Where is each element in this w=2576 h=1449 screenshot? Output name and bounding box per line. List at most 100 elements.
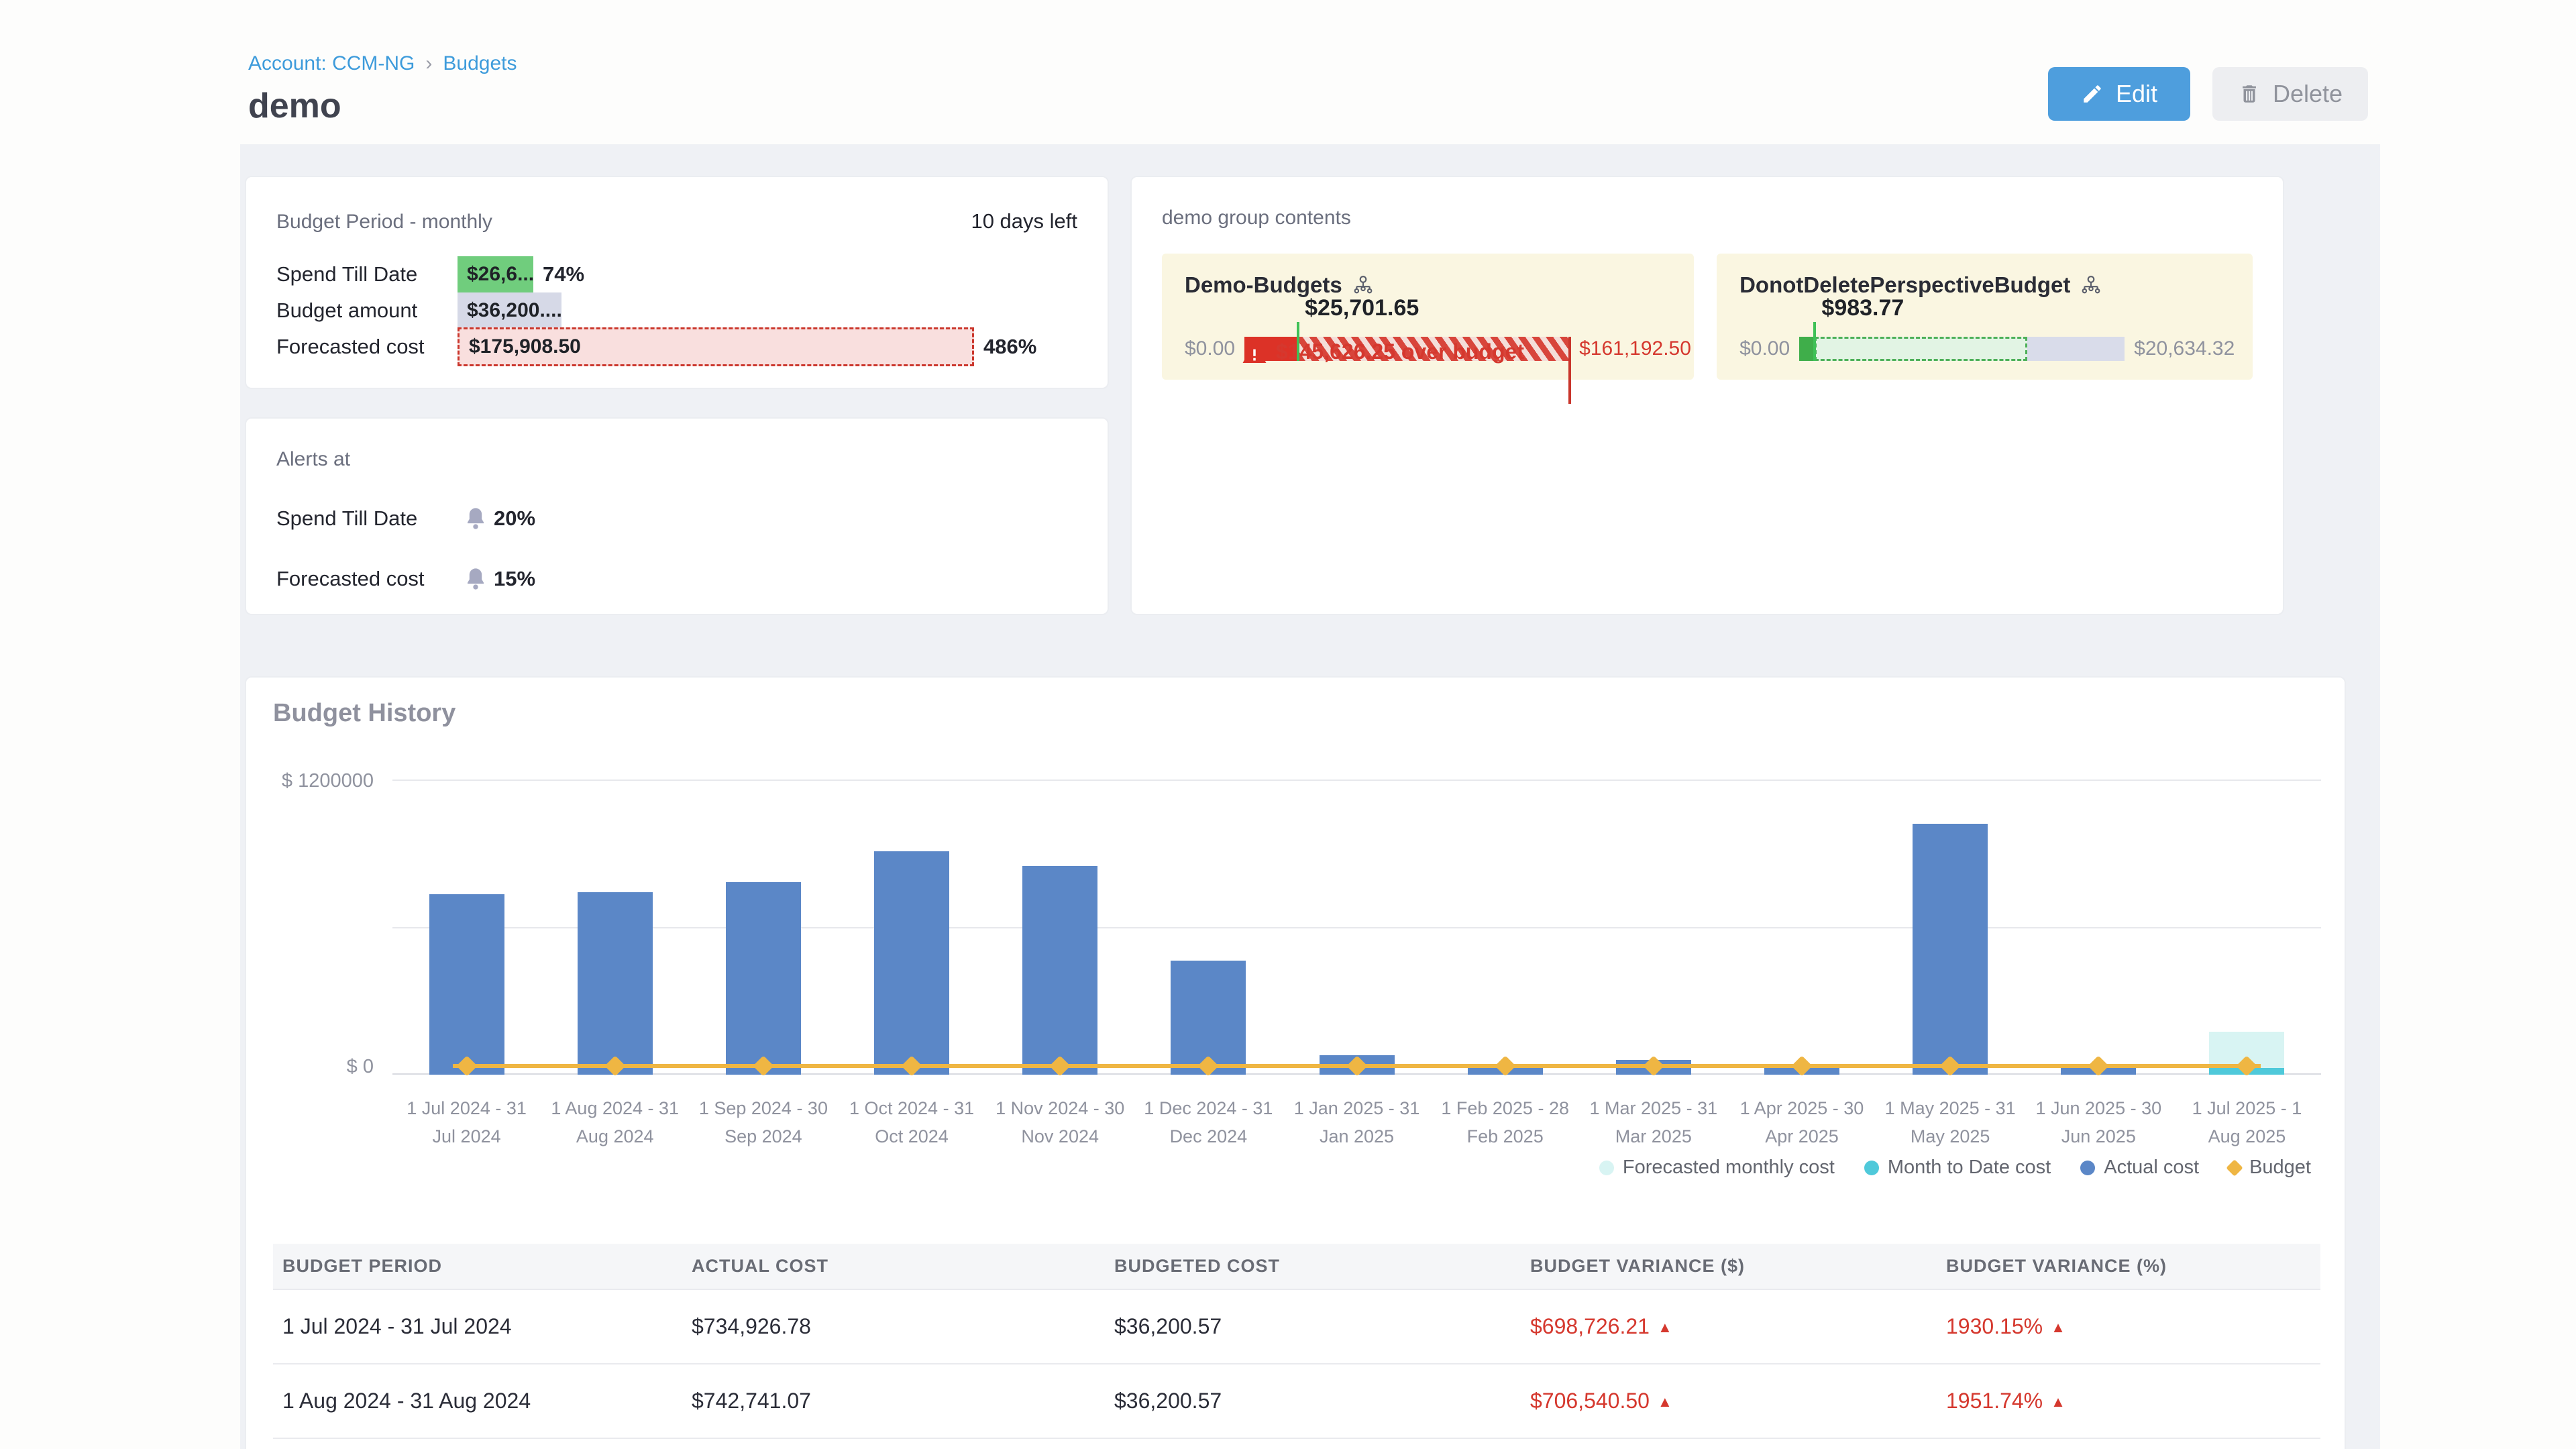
legend-marker-icon [2226, 1159, 2243, 1176]
legend-label: Budget [2249, 1157, 2311, 1179]
budget-name: Demo-Budgets [1185, 272, 1342, 298]
table-header: BUDGET PERIOD [273, 1244, 682, 1289]
budget-card-donotdelete[interactable]: DonotDeletePerspectiveBudget $0.00 [1717, 254, 2253, 380]
table-header: BUDGETED COST [1105, 1244, 1521, 1289]
table-row[interactable]: 1 Jul 2024 - 31 Jul 2024$734,926.78$36,2… [273, 1289, 2320, 1364]
over-budget-warning: $145,626.25 over budget [1242, 339, 1524, 364]
x-axis-tick-label: 1 Oct 2024 - 31 Oct 2024 [837, 1095, 985, 1151]
budget-history-table: BUDGET PERIODACTUAL COSTBUDGETED COST BUD… [273, 1244, 2320, 1439]
chart-column[interactable] [1431, 780, 1579, 1075]
chart-column[interactable] [1876, 780, 2025, 1075]
budget-history-title: Budget History [273, 699, 2318, 731]
alert-forecast-label: Forecasted cost [276, 567, 464, 591]
group-card-title: demo group contents [1162, 207, 2253, 229]
chart-column[interactable] [986, 780, 1134, 1075]
chart-column[interactable] [2025, 780, 2173, 1075]
spend-till-date-label: Spend Till Date [276, 262, 458, 286]
table-cell: $742,741.07 [682, 1364, 1105, 1438]
budget-limit-line [1568, 337, 1571, 404]
chart-column[interactable] [392, 780, 541, 1075]
legend-marker-icon [2080, 1161, 2095, 1175]
y-axis-zero-label: $ 0 [273, 1056, 374, 1078]
chart-column[interactable] [541, 780, 689, 1075]
x-axis-tick-label: 1 Jun 2025 - 30 Jun 2025 [2025, 1095, 2173, 1151]
alerts-card: Alerts at Spend Till Date 20% Forecasted… [245, 417, 1109, 615]
legend-item[interactable]: Forecasted monthly cost [1599, 1157, 1835, 1179]
x-axis-tick-label: 1 Nov 2024 - 30 Nov 2024 [986, 1095, 1134, 1151]
table-cell: $734,926.78 [682, 1289, 1105, 1364]
x-axis-tick-label: 1 Jul 2025 - 1 Aug 2025 [2173, 1095, 2321, 1151]
legend-item[interactable]: Budget [2229, 1157, 2311, 1179]
edit-button[interactable]: Edit [2048, 67, 2190, 121]
over-budget-text: $145,626.25 over budget [1276, 339, 1524, 364]
budget-card-demo-budgets[interactable]: Demo-Budgets $0.00 [1162, 254, 1694, 380]
table-row[interactable]: 1 Aug 2024 - 31 Aug 2024$742,741.07$36,2… [273, 1364, 2320, 1438]
budget-amount-bar: $36,200.... [458, 292, 561, 329]
forecasted-cost-bar: $175,908.50 [458, 327, 974, 366]
forecasted-cost-row: Forecasted cost $175,908.50 486% [276, 329, 1077, 365]
actual-cost-bar[interactable] [1913, 824, 1988, 1075]
budget-min-value: $0.00 [1185, 337, 1235, 360]
chart-column[interactable] [837, 780, 985, 1075]
actual-cost-bar[interactable] [1022, 866, 1097, 1075]
x-axis-labels: 1 Jul 2024 - 31 Jul 20241 Aug 2024 - 31 … [392, 1095, 2321, 1151]
breadcrumb-separator: › [425, 52, 432, 75]
actual-cost-bar[interactable] [429, 894, 504, 1075]
table-cell: $36,200.57 [1105, 1289, 1521, 1364]
actual-cost-bar[interactable] [874, 851, 949, 1075]
delete-button-label: Delete [2273, 80, 2343, 108]
chart-column[interactable] [1283, 780, 1431, 1075]
x-axis-tick-label: 1 Mar 2025 - 31 Mar 2025 [1579, 1095, 1727, 1151]
budget-detail-page: Account: CCM-NG › Budgets demo Edit Dele… [0, 0, 2576, 1449]
x-axis-tick-label: 1 Dec 2024 - 31 Dec 2024 [1134, 1095, 1283, 1151]
alert-spend-value: 20% [494, 506, 535, 531]
actual-cost-bar[interactable] [578, 892, 653, 1075]
bell-icon [464, 566, 487, 592]
budget-amount-label: Budget amount [276, 299, 458, 323]
budget-amount-row: Budget amount $36,200.... [276, 292, 1077, 329]
legend-marker-icon [1864, 1161, 1879, 1175]
table-header: BUDGET VARIANCE (%) [1937, 1244, 2320, 1289]
y-axis-max-label: $ 1200000 [273, 770, 374, 792]
budget-max-value: $161,192.50 [1579, 337, 1691, 360]
legend-item[interactable]: Actual cost [2080, 1157, 2199, 1179]
chart-legend: Forecasted monthly cost Month to Date cos… [1599, 1157, 2311, 1179]
variance-cell: $698,726.21▲ [1521, 1289, 1937, 1364]
increase-icon: ▲ [1658, 1319, 1672, 1336]
increase-icon: ▲ [1658, 1393, 1672, 1410]
budget-min-value: $0.00 [1739, 337, 1790, 360]
chart-column[interactable] [1727, 780, 1876, 1075]
breadcrumb-budgets-link[interactable]: Budgets [443, 52, 517, 75]
x-axis-tick-label: 1 Sep 2024 - 30 Sep 2024 [689, 1095, 837, 1151]
table-cell: $36,200.57 [1105, 1364, 1521, 1438]
alert-row-forecast: Forecasted cost 15% [276, 566, 1077, 592]
legend-label: Actual cost [2104, 1157, 2199, 1179]
breadcrumb: Account: CCM-NG › Budgets [248, 52, 517, 75]
variance-cell: 1951.74%▲ [1937, 1364, 2320, 1438]
hierarchy-icon [1353, 275, 1373, 295]
spend-marker [1813, 322, 1816, 361]
legend-item[interactable]: Month to Date cost [1864, 1157, 2051, 1179]
delete-button[interactable]: Delete [2212, 67, 2368, 121]
variance-cell: 1930.15%▲ [1937, 1289, 2320, 1364]
alert-spend-label: Spend Till Date [276, 506, 464, 531]
actual-cost-bar[interactable] [726, 882, 801, 1075]
spend-till-date-bar: $26,6... [458, 256, 533, 292]
alerts-card-title: Alerts at [276, 448, 1077, 471]
chart-column[interactable] [1579, 780, 1727, 1075]
x-axis-tick-label: 1 Apr 2025 - 30 Apr 2025 [1727, 1095, 1876, 1151]
edit-button-label: Edit [2116, 80, 2157, 108]
table-header: ACTUAL COST [682, 1244, 1105, 1289]
days-left-label: 10 days left [971, 209, 1077, 233]
page-title: demo [248, 86, 341, 126]
spend-till-date-row: Spend Till Date $26,6... 74% [276, 256, 1077, 292]
chart-plot-area [392, 780, 2321, 1075]
chart-column[interactable] [2173, 780, 2321, 1075]
budget-max-value: $20,634.32 [2134, 337, 2235, 360]
budget-history-card: Budget History $ 1200000 $ 0 1 Jul 2024 … [245, 676, 2346, 1449]
budget-history-chart: $ 1200000 $ 0 1 Jul 2024 - 31 Jul 20241 … [273, 731, 2318, 1244]
breadcrumb-account-link[interactable]: Account: CCM-NG [248, 52, 415, 75]
forecasted-cost-percent: 486% [983, 335, 1036, 359]
chart-column[interactable] [1134, 780, 1283, 1075]
chart-column[interactable] [689, 780, 837, 1075]
